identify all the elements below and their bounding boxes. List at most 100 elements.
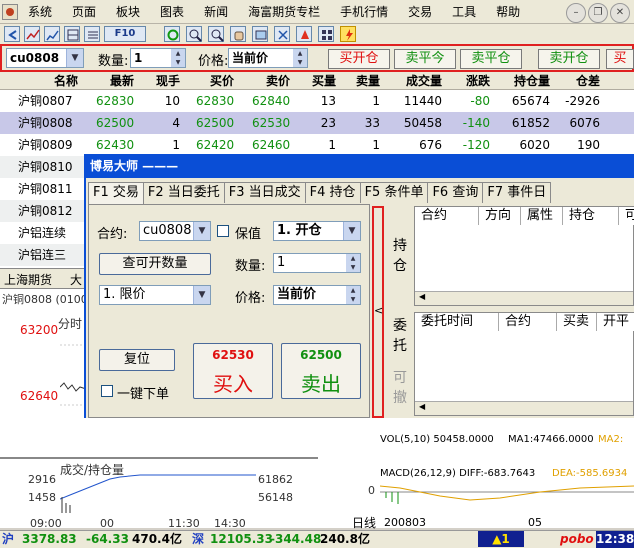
zoom-in-icon[interactable]	[186, 26, 202, 42]
header-name[interactable]: 名称	[22, 72, 78, 90]
zoom-out-icon[interactable]	[208, 26, 224, 42]
order-header-time[interactable]: 委托时间	[415, 313, 499, 331]
contract-select[interactable]: cu0808 ▼	[6, 48, 84, 68]
tab-query[interactable]: F6 查询	[427, 182, 484, 203]
tab-positions[interactable]: F4 持仓	[304, 182, 361, 203]
collapse-panel-handle[interactable]: <	[372, 206, 384, 418]
refresh-icon[interactable]	[164, 26, 180, 42]
header-last[interactable]: 最新	[96, 72, 134, 90]
table-row[interactable]: 沪铜0807 62830 10 62830 62840 13 1 11440 -80 65674 -…	[0, 90, 634, 112]
reset-button[interactable]: 复位	[99, 349, 175, 371]
buy-open-button[interactable]: 买开仓	[328, 49, 390, 69]
down-arrow-icon[interactable]: ▼	[346, 263, 360, 272]
alarm-icon[interactable]	[296, 26, 312, 42]
tab-trade[interactable]: F1 交易	[88, 182, 144, 205]
header-vol[interactable]: 现手	[146, 72, 180, 90]
cancelable-side-tab[interactable]: 可撤	[386, 364, 414, 414]
qty-stepper[interactable]: 1 ▲ ▼	[130, 48, 186, 68]
pos-header-attribute[interactable]: 属性	[521, 207, 563, 225]
tab-event-log[interactable]: F7 事件日	[482, 182, 552, 203]
chevron-down-icon[interactable]: ▼	[343, 222, 360, 240]
menu-mobile-quotes[interactable]: 手机行情	[340, 0, 396, 24]
hedge-checkbox[interactable]	[217, 225, 229, 237]
minimize-icon[interactable]: –	[566, 3, 586, 23]
up-arrow-icon[interactable]: ▲	[171, 49, 185, 58]
export-icon[interactable]	[252, 26, 268, 42]
query-available-qty-button[interactable]: 查可开数量	[99, 253, 211, 275]
menu-help[interactable]: 帮助	[496, 0, 528, 24]
menu-sector[interactable]: 板块	[116, 0, 148, 24]
collapse-arrow-icon[interactable]: <	[374, 304, 383, 317]
orders-side-tab[interactable]: 委托	[386, 310, 414, 360]
menu-haifu-column[interactable]: 海富期货专栏	[248, 0, 328, 24]
chart-icon[interactable]	[24, 26, 40, 42]
restore-icon[interactable]: ❐	[588, 3, 608, 23]
positions-scrollbar[interactable]: ◀	[415, 291, 633, 305]
menu-news[interactable]: 新闻	[204, 0, 236, 24]
down-arrow-icon[interactable]: ▼	[171, 58, 185, 67]
up-arrow-icon[interactable]: ▲	[346, 254, 360, 263]
tab-shanghai-futures[interactable]: 上海期货	[4, 271, 52, 288]
menu-tools[interactable]: 工具	[452, 0, 484, 24]
tab-today-orders[interactable]: F2 当日委托	[142, 182, 225, 203]
order-header-contract[interactable]: 合约	[499, 313, 557, 331]
price-stepper[interactable]: 当前价 ▲ ▼	[228, 48, 308, 68]
pos-header-holding[interactable]: 持仓	[563, 207, 619, 225]
open-close-select[interactable]: 1. 开仓 ▼	[273, 221, 361, 241]
scroll-left-icon[interactable]: ◀	[419, 402, 425, 411]
dialog-title[interactable]: 博易大师 ———	[84, 154, 634, 178]
pos-header-direction[interactable]: 方向	[479, 207, 521, 225]
alert-badge[interactable]: ▲1	[478, 531, 524, 547]
measure-icon[interactable]	[274, 26, 290, 42]
tab-conditional-orders[interactable]: F5 条件单	[359, 182, 429, 203]
close-icon[interactable]: ✕	[610, 3, 630, 23]
menu-chart[interactable]: 图表	[160, 0, 192, 24]
table-row[interactable]: 沪铜0809 62430 1 62420 62460 1 1 676 -120 6020 190	[0, 134, 634, 156]
buy-button[interactable]: 买	[606, 49, 634, 69]
header-change[interactable]: 涨跌	[454, 72, 490, 90]
chevron-down-icon[interactable]: ▼	[193, 286, 210, 304]
menu-system[interactable]: 系统	[28, 0, 60, 24]
window-grid-icon[interactable]	[318, 26, 334, 42]
header-bid[interactable]: 买价	[196, 72, 234, 90]
hand-icon[interactable]	[230, 26, 246, 42]
back-icon[interactable]	[4, 26, 20, 42]
order-type-select[interactable]: 1. 限价 ▼	[99, 285, 211, 305]
header-bid-qty[interactable]: 买量	[302, 72, 336, 90]
down-arrow-icon[interactable]: ▼	[346, 295, 360, 304]
buy-button[interactable]: 62530 买入	[193, 343, 273, 399]
header-ask-qty[interactable]: 卖量	[346, 72, 380, 90]
header-open-interest[interactable]: 持仓量	[502, 72, 550, 90]
pos-header-contract[interactable]: 合约	[415, 207, 479, 225]
positions-side-tab[interactable]: 持仓	[386, 206, 414, 306]
positions-grid[interactable]: 合约 方向 属性 持仓 可 ◀	[414, 206, 634, 306]
dialog-contract-select[interactable]: cu0808 ▼	[139, 221, 211, 241]
tab-today-fills[interactable]: F3 当日成交	[223, 182, 306, 203]
order-header-side[interactable]: 买卖	[557, 313, 597, 331]
chevron-down-icon[interactable]: ▼	[193, 222, 210, 240]
menu-page[interactable]: 页面	[72, 0, 104, 24]
sell-close-button[interactable]: 卖平仓	[460, 49, 522, 69]
sell-close-today-button[interactable]: 卖平今	[394, 49, 456, 69]
header-oi-diff[interactable]: 仓差	[564, 72, 600, 90]
tab-dalian[interactable]: 大	[70, 271, 82, 288]
pos-header-available[interactable]: 可	[619, 207, 634, 225]
orders-scrollbar[interactable]: ◀	[415, 401, 633, 415]
up-arrow-icon[interactable]: ▲	[293, 49, 307, 58]
grid-icon[interactable]	[64, 26, 80, 42]
orders-grid[interactable]: 委托时间 合约 买卖 开平 ◀	[414, 312, 634, 416]
sell-open-button[interactable]: 卖开仓	[538, 49, 600, 69]
lightning-icon[interactable]	[340, 26, 356, 42]
scroll-left-icon[interactable]: ◀	[419, 292, 425, 301]
one-click-checkbox[interactable]	[101, 385, 113, 397]
down-arrow-icon[interactable]: ▼	[293, 58, 307, 67]
header-total-vol[interactable]: 成交量	[396, 72, 442, 90]
list-icon[interactable]	[84, 26, 100, 42]
line-chart-icon[interactable]	[44, 26, 60, 42]
kline-chart[interactable]: VOL(5,10) 50458.0000 MA1:47466.0000 MA2:…	[318, 418, 634, 530]
table-row[interactable]: 沪铜0808 62500 4 62500 62530 23 33 50458 -140 61852…	[0, 112, 634, 134]
function-icon[interactable]: F10	[104, 26, 146, 42]
chevron-down-icon[interactable]: ▼	[66, 49, 83, 67]
dialog-price-stepper[interactable]: 当前价 ▲ ▼	[273, 285, 361, 305]
up-arrow-icon[interactable]: ▲	[346, 286, 360, 295]
